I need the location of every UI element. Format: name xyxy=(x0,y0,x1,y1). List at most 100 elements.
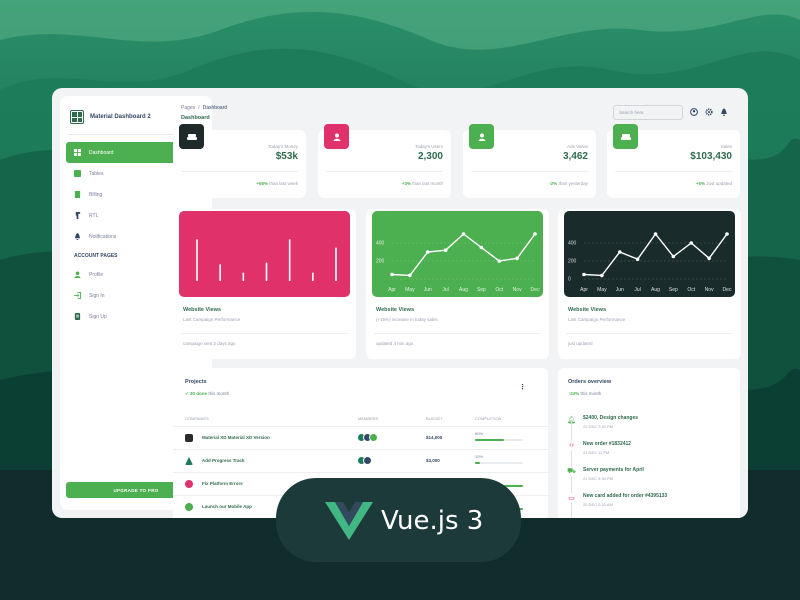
orders-suffix: this month xyxy=(580,391,602,396)
rtl-icon xyxy=(75,212,81,219)
person-icon xyxy=(324,124,349,149)
search-input[interactable]: Search here xyxy=(613,105,683,120)
data-point xyxy=(707,256,711,261)
timeline-date: 21 DEC 9:34 PM xyxy=(583,476,614,481)
x-tick-label: Sep xyxy=(477,287,486,293)
x-tick-label: Apr xyxy=(580,287,588,293)
completion-text: 60% xyxy=(475,431,484,436)
data-point xyxy=(390,272,394,277)
chart-bar xyxy=(265,262,268,281)
x-tick-label: Aug xyxy=(459,287,468,293)
stat-delta: +5% xyxy=(695,181,705,186)
project-name: Add Progress Track xyxy=(202,458,245,463)
dashboard-icon xyxy=(74,149,81,156)
chart-bar xyxy=(335,247,337,281)
bell-icon xyxy=(74,233,81,240)
stat-divider xyxy=(615,171,732,172)
chart-card-views-line: 400 200 Apr May Jun Jul Aug Sep Oct Nov Dec Websit… xyxy=(366,209,549,359)
stat-foot-text: than last week xyxy=(269,181,298,186)
stat-card: Today's Money $53k +55% than last week xyxy=(173,124,306,198)
x-tick-label: Oct xyxy=(687,287,695,293)
stat-divider xyxy=(181,171,298,172)
stat-delta: +3% xyxy=(401,181,411,186)
breadcrumb-current: Dashboard xyxy=(202,105,228,111)
timeline-title: New card added for order #4395133 xyxy=(583,493,668,499)
person-icon xyxy=(469,124,494,149)
stat-divider xyxy=(326,171,443,172)
stat-foot-text: than last month xyxy=(412,181,443,186)
data-point xyxy=(479,245,484,250)
chart-bar xyxy=(242,272,245,281)
stat-value: 2,300 xyxy=(417,151,443,162)
stat-footer: -2% than yesterday xyxy=(549,181,588,186)
x-tick-label: Sep xyxy=(669,287,678,293)
chart-footer: updated 4 min ago xyxy=(376,341,414,346)
timeline-item[interactable]: ▭ New card added for order #4395133 20 D… xyxy=(566,492,736,518)
chart-divider xyxy=(181,333,348,334)
orders-overview-card: Orders overview ↑24% this month 🔔︎ $2400… xyxy=(558,368,740,518)
breadcrumb-root[interactable]: Pages xyxy=(181,105,195,111)
person-icon xyxy=(74,271,81,278)
timeline-date: 22 DEC 7:20 PM xyxy=(583,424,614,429)
projects-done-count: 30 done xyxy=(190,391,208,396)
data-point xyxy=(725,232,729,236)
x-tick-label: Dec xyxy=(723,287,732,293)
timeline-date: 20 DEC 2:20 AM xyxy=(583,502,613,507)
gear-icon[interactable] xyxy=(705,108,713,116)
more-vertical-icon[interactable]: ⋮ xyxy=(519,383,526,391)
stat-footer: +55% than last week xyxy=(256,181,298,186)
timeline-item[interactable]: 🔔︎ $2400, Design changes 22 DEC 7:20 PM xyxy=(566,414,736,440)
timeline-item[interactable]: ⛟ Server payments for April 21 DEC 9:34 … xyxy=(566,466,736,492)
timeline-title: $2400, Design changes xyxy=(583,415,639,421)
chart-title: Website Views xyxy=(376,307,415,313)
timeline-title: New order #1832412 xyxy=(583,441,632,447)
chart-card-views-bar: Website Views Last Campaign Performance … xyxy=(173,209,356,359)
timeline-item[interactable]: ‹› New order #1832412 21 DEC 11 PM xyxy=(566,440,736,466)
data-point xyxy=(515,256,519,261)
brand-logo-icon xyxy=(70,110,84,124)
company-logo-icon xyxy=(185,434,193,442)
data-point xyxy=(533,232,537,236)
x-tick-label: Dec xyxy=(531,287,540,293)
column-header: BUDGET xyxy=(426,416,443,421)
data-point xyxy=(689,241,694,245)
login-icon xyxy=(74,292,81,299)
project-name: Fix Platform Errors xyxy=(202,481,243,486)
sidebar-item-label: Notifications xyxy=(89,233,117,240)
code-icon: ‹› xyxy=(567,441,576,450)
data-point xyxy=(443,248,448,252)
chart-bar xyxy=(312,272,314,281)
members-avatars xyxy=(357,456,372,465)
stat-foot-text: Just updated xyxy=(706,181,732,186)
series-line xyxy=(391,233,536,277)
timeline-date: 21 DEC 11 PM xyxy=(583,450,610,455)
page-title: Dashboard xyxy=(181,115,210,121)
bell-icon[interactable] xyxy=(720,108,728,116)
sidebar-item-label: Sign In xyxy=(89,292,105,299)
vue-logo-icon xyxy=(325,502,373,540)
chart-bar xyxy=(196,239,198,281)
column-header: COMPANIES xyxy=(185,416,209,421)
y-tick-label: 0 xyxy=(568,277,571,283)
sidebar-item-label: Billing xyxy=(89,191,103,198)
cart-icon: ⛟ xyxy=(567,467,576,476)
account-icon[interactable] xyxy=(690,108,698,116)
chart-bar xyxy=(288,239,291,281)
company-logo-icon xyxy=(185,457,193,465)
brand[interactable]: Material Dashboard 2 xyxy=(70,110,151,124)
assignment-icon xyxy=(74,313,81,320)
column-header: MEMBERS xyxy=(358,416,379,421)
stat-divider xyxy=(471,171,588,172)
completion-text: 10% xyxy=(475,454,484,459)
x-tick-label: May xyxy=(597,287,607,293)
table-row[interactable]: Material XD Material XD Version $14,000 … xyxy=(173,426,548,449)
x-tick-label: May xyxy=(405,287,415,293)
chart-title: Website Views xyxy=(568,307,607,313)
table-row[interactable]: Add Progress Track $3,000 10% xyxy=(173,449,548,472)
column-header: COMPLETION xyxy=(475,416,502,421)
data-point xyxy=(461,232,466,236)
company-logo-icon xyxy=(185,503,193,511)
vue-badge-text: Vue.js 3 xyxy=(381,506,484,536)
sidebar-item-label: Sign Up xyxy=(89,313,107,320)
x-tick-label: Aug xyxy=(651,287,660,293)
